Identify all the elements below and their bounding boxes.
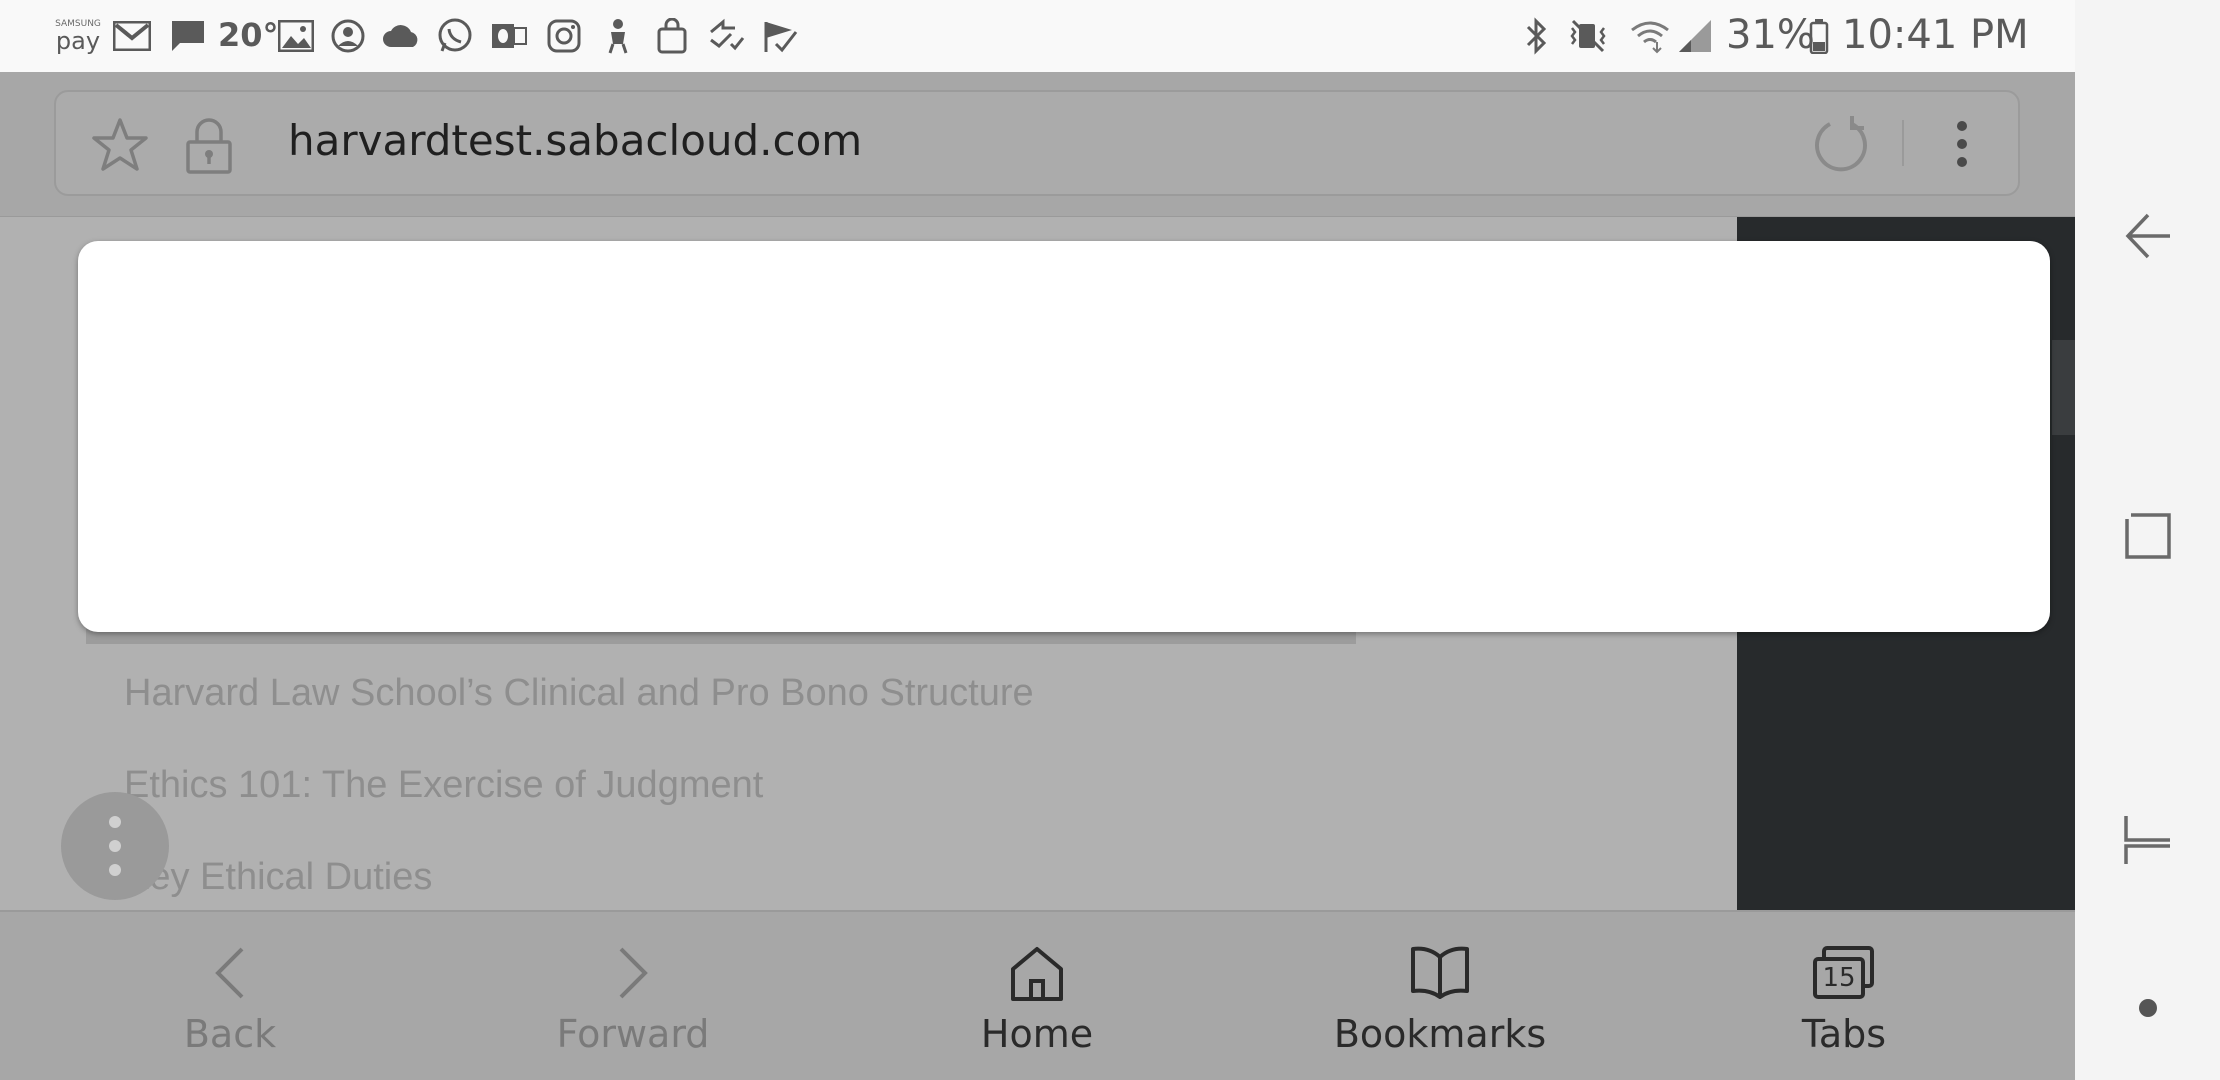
temperature: 20° (218, 16, 279, 54)
back-arrow-icon (2125, 213, 2170, 259)
chevron-right-icon (433, 938, 833, 1008)
bookmarks-label: Bookmarks (1333, 1012, 1547, 1056)
vibrate-mute-icon (1566, 14, 1610, 58)
instagram-icon (544, 14, 584, 58)
home-label: Home (980, 1012, 1094, 1056)
toolbar-divider (1902, 120, 1904, 166)
tab-count: 15 (1822, 963, 1856, 993)
sync-check-icon (706, 14, 748, 58)
side-panel-handle[interactable] (2052, 340, 2075, 435)
account-circle-icon (328, 14, 368, 58)
message-icon (168, 14, 208, 58)
back-button[interactable]: Back (30, 912, 430, 1080)
tabs-icon: 15 (1644, 938, 2044, 1008)
battery-icon (1808, 14, 1830, 58)
samsung-pay-bottom-label: pay (55, 27, 101, 55)
flag-check-icon (760, 14, 802, 58)
url-text[interactable]: harvardtest.sabacloud.com (288, 116, 862, 165)
status-bar: SAMSUNG pay 20° 31% 10:41 PM (0, 0, 2075, 72)
course-link-clinical-pro-bono[interactable]: Harvard Law School’s Clinical and Pro Bo… (124, 672, 1034, 715)
bookmark-star-icon[interactable] (90, 116, 152, 176)
course-link-ethics-101[interactable]: Ethics 101: The Exercise of Judgment (124, 764, 763, 807)
course-link-key-ethical-duties[interactable]: Key Ethical Duties (124, 856, 432, 899)
samsung-pay-icon: SAMSUNG pay (55, 14, 101, 58)
floating-menu-button[interactable] (61, 792, 169, 900)
shopping-bag-icon (652, 14, 692, 58)
reload-icon[interactable] (1812, 114, 1872, 176)
fab-dot (109, 840, 121, 852)
system-recents-button[interactable] (2075, 476, 2220, 596)
modal-dialog[interactable] (78, 241, 2050, 632)
fab-dot (109, 864, 121, 876)
chevron-left-icon (30, 938, 430, 1008)
gmail-icon (112, 14, 152, 58)
home-button[interactable]: Home (837, 912, 1237, 1080)
dot-icon (2138, 999, 2157, 1017)
system-home-button[interactable] (2075, 780, 2220, 900)
recents-icon (2124, 513, 2171, 559)
book-icon (1240, 938, 1640, 1008)
cloud-icon (380, 14, 422, 58)
lock-icon[interactable] (184, 116, 240, 178)
system-back-button[interactable] (2075, 176, 2220, 296)
split-screen-icon (2123, 816, 2170, 864)
gallery-icon (276, 14, 316, 58)
wifi-icon (1628, 14, 1672, 58)
home-icon (837, 938, 1237, 1008)
more-menu-icon[interactable] (1944, 118, 1980, 174)
fab-dot (109, 816, 121, 828)
clock: 10:41 PM (1842, 12, 2029, 58)
forward-button[interactable]: Forward (433, 912, 833, 1080)
system-dot-button[interactable] (2075, 948, 2220, 1068)
tabs-label: Tabs (1801, 1012, 1887, 1056)
battery-percent: 31% (1726, 12, 1815, 58)
browser-bottom-nav: Back Forward Home Bookmarks 15 Tabs (0, 910, 2075, 1080)
bluetooth-icon (1520, 14, 1554, 58)
back-label: Back (183, 1012, 277, 1056)
outlook-icon (488, 14, 530, 58)
bookmarks-button[interactable]: Bookmarks (1240, 912, 1640, 1080)
forward-label: Forward (556, 1012, 710, 1056)
signal-icon (1676, 14, 1714, 58)
whatsapp-icon (434, 14, 476, 58)
tabs-button[interactable]: 15 Tabs (1644, 912, 2044, 1080)
person-icon (598, 14, 638, 58)
